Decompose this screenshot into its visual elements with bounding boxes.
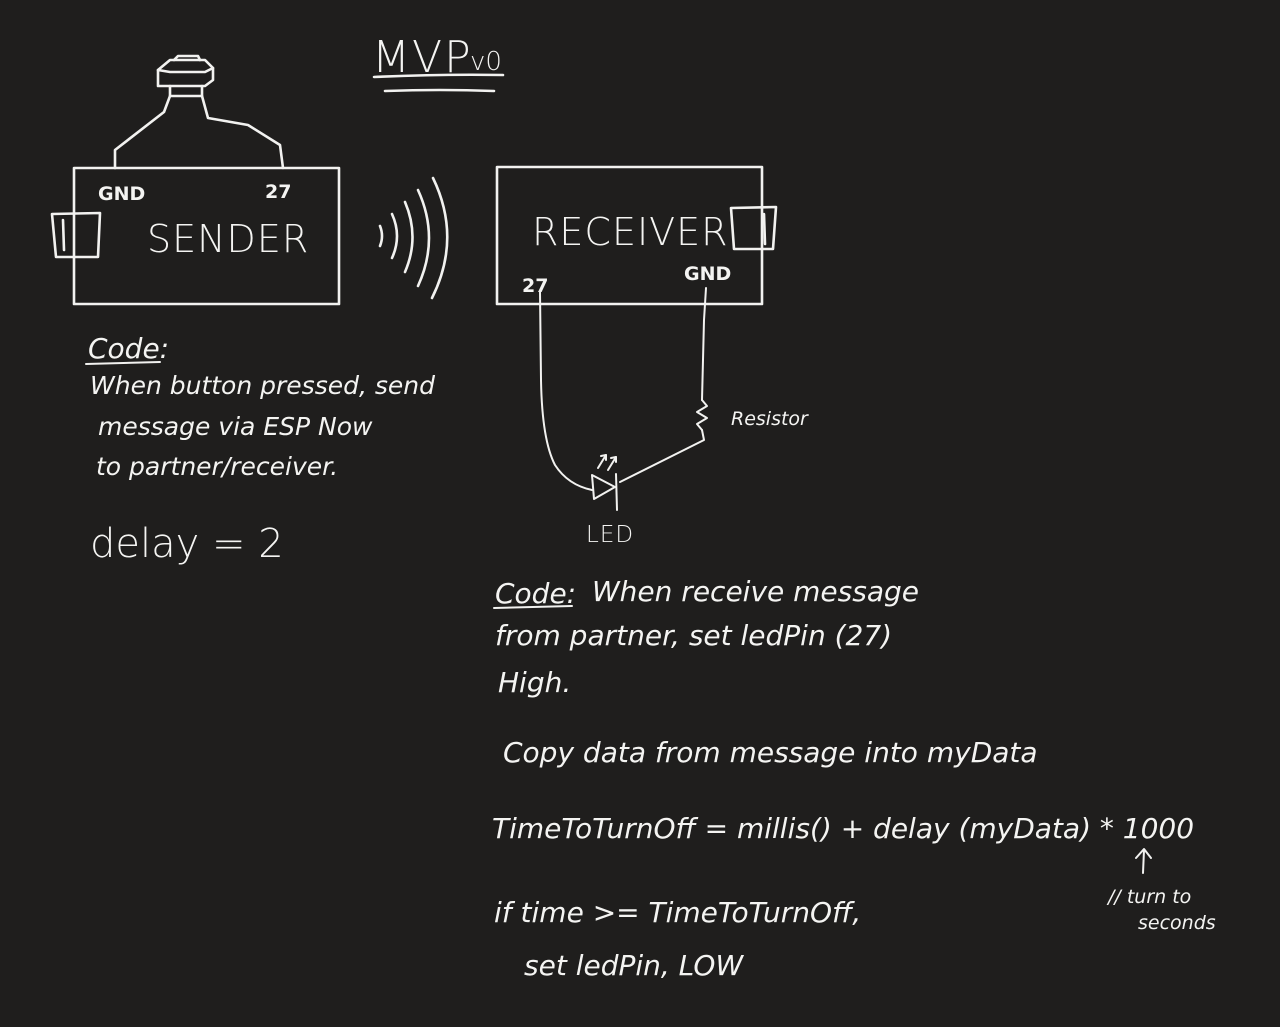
- sender-code-line-3: to partner/receiver.: [96, 452, 338, 481]
- version-text: v0: [470, 47, 502, 77]
- sender-label: SENDER: [147, 217, 309, 261]
- annotation-line-2: seconds: [1138, 912, 1216, 934]
- sender-pin-27: 27: [265, 181, 291, 203]
- receiver-code-line-0: When receive message: [592, 575, 919, 608]
- sender-delay: delay = 2: [90, 521, 284, 567]
- circuit-wiring: Resistor LED: [539, 287, 809, 548]
- seconds-annotation: // turn to seconds: [1106, 848, 1216, 934]
- wireless-signal-icon: [378, 176, 449, 300]
- title-group: MVP v0: [372, 32, 505, 93]
- sender-code-line-1: When button pressed, send: [90, 371, 435, 400]
- receiver-formula-line: TimeToTurnOff = millis() + delay (myData…: [492, 812, 1194, 845]
- receiver-code-line-2: High.: [498, 666, 571, 699]
- receiver-copy-line: Copy data from message into myData: [503, 736, 1038, 769]
- up-arrow-icon: [1142, 849, 1145, 874]
- receiver-if-line: if time >= TimeToTurnOff,: [494, 896, 861, 929]
- receiver-label: RECEIVER: [532, 210, 729, 254]
- sender-code-heading: Code:: [88, 332, 169, 365]
- receiver-module: RECEIVER 27 GND: [495, 165, 778, 306]
- sender-code-line-2: message via ESP Now: [98, 412, 373, 441]
- usb-port-icon: [50, 211, 102, 259]
- receiver-pin-gnd: GND: [684, 263, 731, 285]
- sender-code-notes: Code: When button pressed, send message …: [85, 332, 435, 567]
- sender-pin-gnd: GND: [98, 183, 145, 205]
- receiver-code-line-1: from partner, set ledPin (27): [495, 619, 892, 652]
- receiver-set-line: set ledPin, LOW: [524, 949, 744, 982]
- usb-port-icon: [729, 205, 778, 251]
- push-button-icon: [113, 54, 285, 170]
- annotation-line-1: // turn to: [1106, 886, 1191, 908]
- led-icon: [591, 454, 618, 511]
- receiver-code-notes: Code: When receive message from partner,…: [492, 575, 1194, 982]
- receiver-pin-27: 27: [522, 275, 548, 297]
- receiver-code-heading: Code:: [495, 577, 576, 610]
- sender-module: GND 27 SENDER: [50, 166, 341, 306]
- led-label: LED: [586, 522, 634, 548]
- resistor-label: Resistor: [731, 408, 809, 430]
- whiteboard-diagram: MVP v0 GND 27 SENDER RECEIVER 27 GND Res…: [50, 32, 1216, 982]
- resistor-icon: [696, 399, 708, 431]
- title-underline-2: [383, 88, 496, 93]
